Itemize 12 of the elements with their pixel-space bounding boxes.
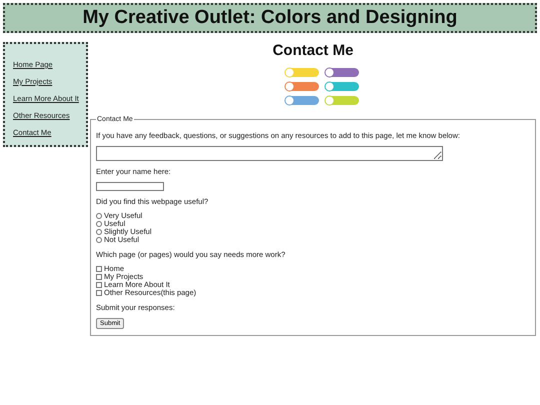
checkbox[interactable] [96, 266, 102, 272]
checkbox[interactable] [96, 282, 102, 288]
radio-button[interactable] [96, 229, 102, 235]
radio-button[interactable] [96, 213, 102, 219]
site-title: My Creative Outlet: Colors and Designing [82, 7, 458, 29]
radio-button[interactable] [96, 237, 102, 243]
page-heading: Contact Me [272, 42, 354, 61]
name-field[interactable] [96, 182, 164, 191]
checkbox[interactable] [96, 274, 102, 280]
feedback-field[interactable] [96, 146, 443, 161]
checkbox[interactable] [96, 290, 102, 296]
radio-button[interactable] [96, 221, 102, 227]
